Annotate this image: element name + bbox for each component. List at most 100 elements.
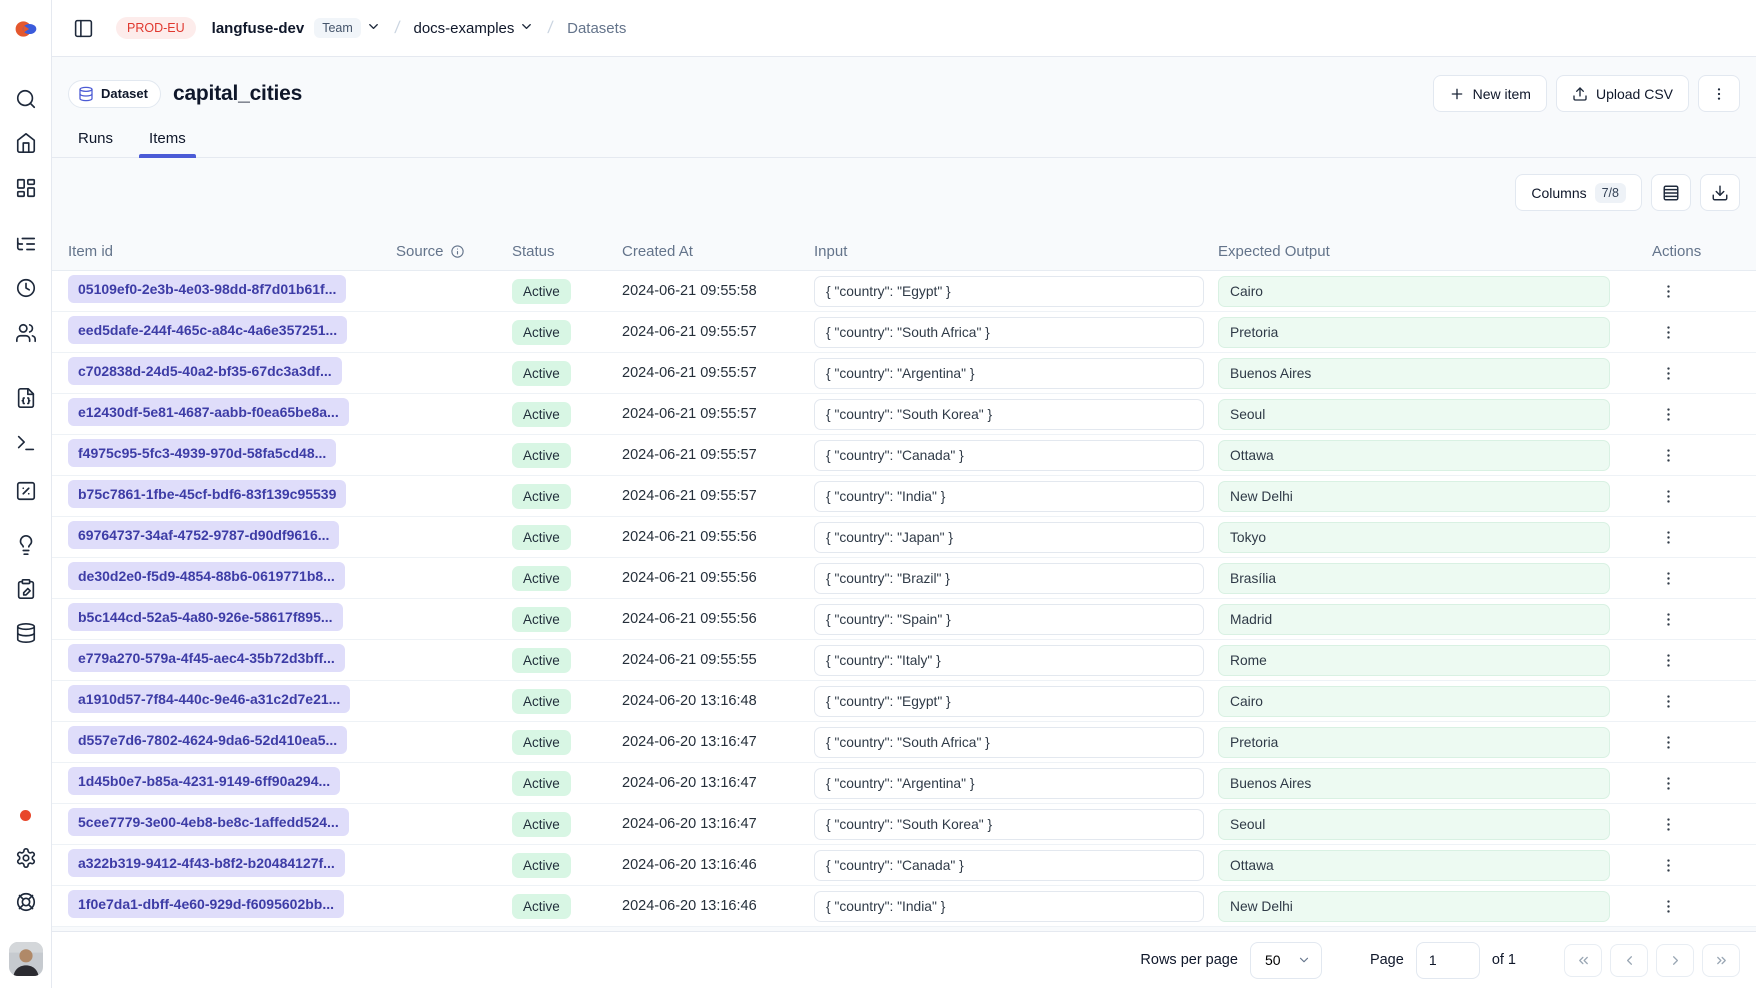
- row-actions-button[interactable]: [1654, 359, 1682, 387]
- item-id-link[interactable]: 5cee7779-3e00-4eb8-be8c-1affedd524...: [68, 808, 349, 836]
- row-actions-button[interactable]: [1654, 728, 1682, 756]
- sidebar-item-sessions[interactable]: [8, 270, 44, 306]
- sidebar-item-playground[interactable]: [8, 425, 44, 461]
- item-id-link[interactable]: d557e7d6-7802-4624-9da6-52d410ea5...: [68, 726, 347, 754]
- sidebar-item-insights[interactable]: [8, 527, 44, 563]
- row-height-button[interactable]: [1651, 174, 1691, 211]
- project-switcher[interactable]: docs-examples: [414, 19, 535, 37]
- rows-per-page-select[interactable]: 50: [1250, 942, 1322, 979]
- item-id-link[interactable]: c702838d-24d5-40a2-bf35-67dc3a3df...: [68, 357, 342, 385]
- expected-output-cell[interactable]: Ottawa: [1218, 850, 1610, 881]
- header-more-actions-button[interactable]: [1698, 75, 1740, 112]
- row-actions-button[interactable]: [1654, 769, 1682, 797]
- expected-output-cell[interactable]: Brasília: [1218, 563, 1610, 594]
- row-actions-button[interactable]: [1654, 564, 1682, 592]
- input-cell[interactable]: { "country": "South Korea" }: [814, 809, 1204, 840]
- breadcrumb-section[interactable]: Datasets: [567, 20, 626, 37]
- row-actions-button[interactable]: [1654, 441, 1682, 469]
- expected-output-cell[interactable]: Ottawa: [1218, 440, 1610, 471]
- item-id-link[interactable]: de30d2e0-f5d9-4854-88b6-0619771b8...: [68, 562, 345, 590]
- upload-csv-button[interactable]: Upload CSV: [1556, 75, 1689, 112]
- sidebar-item-evaluation[interactable]: [8, 473, 44, 509]
- input-cell[interactable]: { "country": "Egypt" }: [814, 686, 1204, 717]
- item-id-link[interactable]: b5c144cd-52a5-4a80-926e-58617f895...: [68, 603, 343, 631]
- expected-output-cell[interactable]: Pretoria: [1218, 317, 1610, 348]
- expected-output-cell[interactable]: New Delhi: [1218, 891, 1610, 922]
- item-id-link[interactable]: f4975c95-5fc3-4939-970d-58fa5cd48...: [68, 439, 336, 467]
- input-cell[interactable]: { "country": "Argentina" }: [814, 358, 1204, 389]
- expected-output-cell[interactable]: Pretoria: [1218, 727, 1610, 758]
- item-id-link[interactable]: 1f0e7da1-dbff-4e60-929d-f6095602bb...: [68, 890, 344, 918]
- row-actions-button[interactable]: [1654, 482, 1682, 510]
- input-cell[interactable]: { "country": "Brazil" }: [814, 563, 1204, 594]
- expected-output-cell[interactable]: New Delhi: [1218, 481, 1610, 512]
- next-page-button[interactable]: [1656, 944, 1694, 977]
- row-actions-button[interactable]: [1654, 277, 1682, 305]
- user-avatar[interactable]: [8, 941, 44, 977]
- table-row: f4975c95-5fc3-4939-970d-58fa5cd48... Act…: [52, 435, 1756, 476]
- item-id-link[interactable]: 1d45b0e7-b85a-4231-9149-6ff90a294...: [68, 767, 340, 795]
- sidebar-item-datasets[interactable]: [8, 615, 44, 651]
- org-name[interactable]: langfuse-dev: [212, 20, 305, 37]
- row-actions-button[interactable]: [1654, 892, 1682, 920]
- item-id-link[interactable]: eed5dafe-244f-465c-a84c-4a6e357251...: [68, 316, 347, 344]
- item-id-link[interactable]: e12430df-5e81-4687-aabb-f0ea65be8a...: [68, 398, 349, 426]
- expected-output-cell[interactable]: Tokyo: [1218, 522, 1610, 553]
- sidebar-item-tracing[interactable]: [8, 226, 44, 262]
- row-actions-button[interactable]: [1654, 318, 1682, 346]
- input-cell[interactable]: { "country": "South Korea" }: [814, 399, 1204, 430]
- row-actions-button[interactable]: [1654, 810, 1682, 838]
- sidebar-item-support[interactable]: [8, 884, 44, 920]
- item-id-link[interactable]: 69764737-34af-4752-9787-d90df9616...: [68, 521, 339, 549]
- input-cell[interactable]: { "country": "South Africa" }: [814, 317, 1204, 348]
- last-page-button[interactable]: [1702, 944, 1740, 977]
- expected-output-cell[interactable]: Buenos Aires: [1218, 358, 1610, 389]
- input-cell[interactable]: { "country": "South Africa" }: [814, 727, 1204, 758]
- row-actions-button[interactable]: [1654, 605, 1682, 633]
- input-cell[interactable]: { "country": "India" }: [814, 481, 1204, 512]
- langfuse-logo[interactable]: [8, 11, 44, 47]
- input-cell[interactable]: { "country": "Canada" }: [814, 850, 1204, 881]
- input-cell[interactable]: { "country": "Canada" }: [814, 440, 1204, 471]
- item-id-link[interactable]: b75c7861-1fbe-45cf-bdf6-83f139c95539: [68, 480, 346, 508]
- item-id-link[interactable]: a1910d57-7f84-440c-9e46-a31c2d7e21...: [68, 685, 350, 713]
- input-cell[interactable]: { "country": "Spain" }: [814, 604, 1204, 635]
- input-cell[interactable]: { "country": "Japan" }: [814, 522, 1204, 553]
- expected-output-cell[interactable]: Cairo: [1218, 686, 1610, 717]
- item-id-link[interactable]: 05109ef0-2e3b-4e03-98dd-8f7d01b61f...: [68, 275, 346, 303]
- input-cell[interactable]: { "country": "India" }: [814, 891, 1204, 922]
- expected-output-cell[interactable]: Cairo: [1218, 276, 1610, 307]
- new-item-button[interactable]: New item: [1433, 75, 1547, 112]
- item-id-link[interactable]: e779a270-579a-4f45-aec4-35b72d3bff...: [68, 644, 345, 672]
- sidebar-item-users[interactable]: [8, 315, 44, 351]
- tab-items[interactable]: Items: [139, 126, 196, 157]
- expected-output-cell[interactable]: Rome: [1218, 645, 1610, 676]
- expected-output-cell[interactable]: Seoul: [1218, 399, 1610, 430]
- sidebar-toggle-button[interactable]: [68, 13, 98, 43]
- sidebar-item-annotation[interactable]: [8, 571, 44, 607]
- sidebar-item-settings[interactable]: [8, 840, 44, 876]
- sidebar-item-search[interactable]: [8, 81, 44, 117]
- page-number-input[interactable]: [1416, 942, 1480, 979]
- expected-output-cell[interactable]: Seoul: [1218, 809, 1610, 840]
- input-cell[interactable]: { "country": "Egypt" }: [814, 276, 1204, 307]
- columns-button[interactable]: Columns 7/8: [1515, 174, 1642, 211]
- sidebar-item-dashboard[interactable]: [8, 170, 44, 206]
- expected-output-cell[interactable]: Buenos Aires: [1218, 768, 1610, 799]
- first-page-button[interactable]: [1564, 944, 1602, 977]
- sidebar-item-home[interactable]: [8, 125, 44, 161]
- expected-output-cell[interactable]: Madrid: [1218, 604, 1610, 635]
- row-actions-button[interactable]: [1654, 687, 1682, 715]
- row-actions-button[interactable]: [1654, 400, 1682, 428]
- org-switcher[interactable]: Team: [314, 18, 381, 38]
- input-cell[interactable]: { "country": "Argentina" }: [814, 768, 1204, 799]
- sidebar-item-prompts[interactable]: [8, 380, 44, 416]
- previous-page-button[interactable]: [1610, 944, 1648, 977]
- row-actions-button[interactable]: [1654, 523, 1682, 551]
- row-actions-button[interactable]: [1654, 851, 1682, 879]
- row-actions-button[interactable]: [1654, 646, 1682, 674]
- tab-runs[interactable]: Runs: [68, 126, 123, 157]
- item-id-link[interactable]: a322b319-9412-4f43-b8f2-b20484127f...: [68, 849, 345, 877]
- input-cell[interactable]: { "country": "Italy" }: [814, 645, 1204, 676]
- export-button[interactable]: [1700, 174, 1740, 211]
